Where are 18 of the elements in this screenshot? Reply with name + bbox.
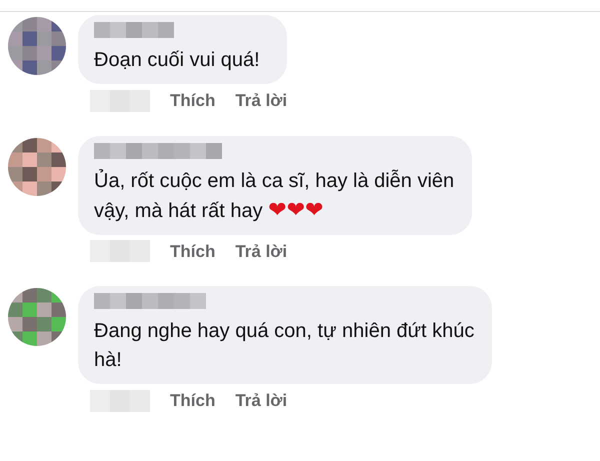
avatar[interactable] (8, 138, 66, 196)
reply-link[interactable]: Trả lời (235, 238, 288, 264)
blurred-time (90, 90, 150, 112)
like-link[interactable]: Thích (170, 238, 216, 264)
heart-emoji: ❤ (286, 198, 306, 222)
heart-emoji: ❤ (268, 198, 287, 222)
comment-text: Đang nghe hay quá con, tự nhiên đứt khúc hà! (94, 319, 474, 373)
like-link[interactable]: Thích (170, 88, 216, 114)
blurred-time (90, 390, 150, 412)
comment-text: Ủa, rốt cuộc em là ca sĩ, hay là diễn viên vậy, mà hát rất hay ❤❤❤ (94, 168, 454, 224)
avatar[interactable] (8, 288, 66, 346)
blurred-time (90, 240, 150, 262)
avatar[interactable] (8, 17, 66, 75)
comment-text: Đoạn cuối vui quá! (94, 48, 261, 73)
like-link[interactable]: Thích (170, 388, 216, 414)
heart-emoji: ❤ (305, 198, 324, 222)
reply-link[interactable]: Trả lời (235, 388, 288, 414)
reply-link[interactable]: Trả lời (235, 88, 288, 114)
